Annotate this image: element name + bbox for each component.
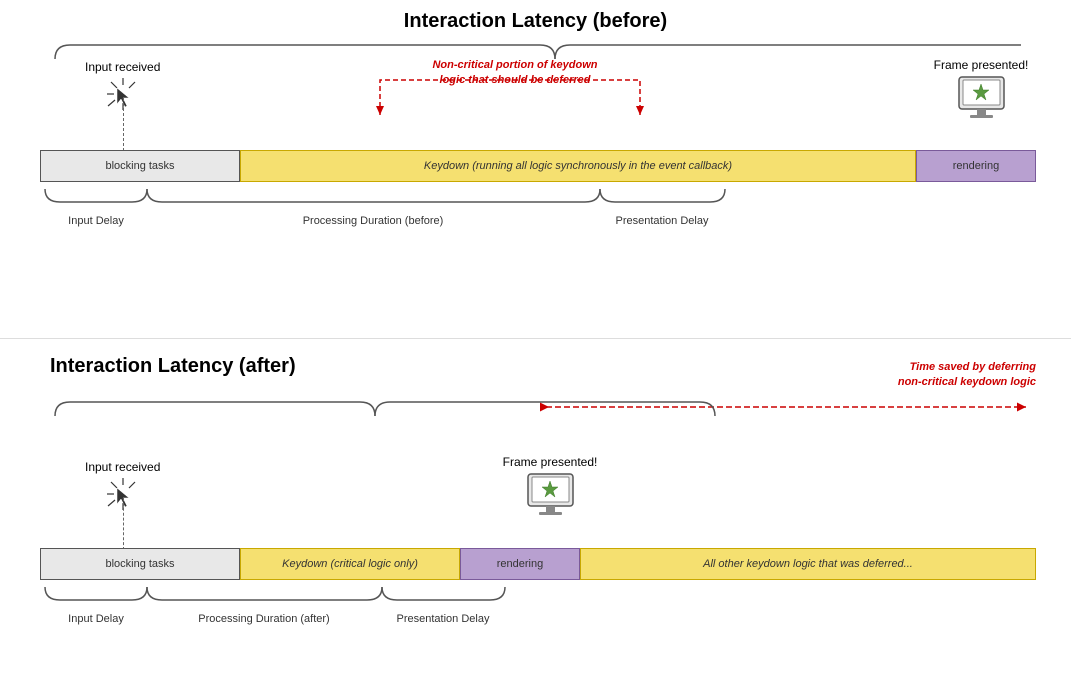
top-non-critical-text2: logic that should be deferred bbox=[440, 74, 591, 86]
bottom-bar-rendering: rendering bbox=[460, 548, 580, 580]
bottom-monitor-svg bbox=[523, 472, 578, 522]
top-bar-keydown: Keydown (running all logic synchronously… bbox=[240, 150, 916, 182]
top-frame-presented-text: Frame presented! bbox=[926, 58, 1036, 72]
bottom-v-dashed bbox=[123, 498, 124, 550]
bottom-time-saved-label: Time saved by deferring non-critical key… bbox=[898, 360, 1036, 390]
svg-text:Presentation Delay: Presentation Delay bbox=[616, 215, 709, 227]
bottom-section: Interaction Latency (after) Time saved b… bbox=[30, 355, 1041, 665]
bottom-under-brace-svg: Input Delay Processing Duration (after) … bbox=[40, 582, 1036, 632]
top-v-dashed bbox=[123, 98, 124, 156]
bottom-title: Interaction Latency (after) bbox=[50, 355, 1041, 378]
top-timeline-row: blocking tasks Keydown (running all logi… bbox=[40, 150, 1036, 184]
top-non-critical-label: Non-critical portion of keydown logic th… bbox=[410, 58, 620, 88]
bottom-bar-deferred: All other keydown logic that was deferre… bbox=[580, 548, 1036, 580]
svg-text:Input Delay: Input Delay bbox=[68, 613, 124, 625]
bottom-time-saved-text2: non-critical keydown logic bbox=[898, 376, 1036, 388]
top-bar-blocking: blocking tasks bbox=[40, 150, 240, 182]
section-divider bbox=[0, 338, 1071, 339]
top-under-brace-svg: Input Delay Processing Duration (before)… bbox=[40, 184, 1036, 234]
top-monitor-icon bbox=[926, 75, 1036, 128]
bottom-brace-container bbox=[50, 398, 1021, 420]
top-title: Interaction Latency (before) bbox=[30, 10, 1041, 33]
bottom-time-saved-text1: Time saved by deferring bbox=[910, 361, 1036, 373]
top-section: Interaction Latency (before) Input recei… bbox=[30, 10, 1041, 320]
top-input-received-text: Input received bbox=[85, 60, 160, 74]
bottom-frame-presented-label: Frame presented! bbox=[490, 455, 610, 525]
bottom-input-received-text: Input received bbox=[85, 460, 160, 474]
svg-text:Processing Duration (before): Processing Duration (before) bbox=[303, 215, 444, 227]
top-non-critical-text1: Non-critical portion of keydown bbox=[432, 59, 597, 71]
top-monitor-svg bbox=[954, 75, 1009, 125]
bottom-bar-keydown: Keydown (critical logic only) bbox=[240, 548, 460, 580]
svg-text:Processing Duration (after): Processing Duration (after) bbox=[198, 613, 329, 625]
bottom-bar-blocking: blocking tasks bbox=[40, 548, 240, 580]
top-frame-presented-label: Frame presented! bbox=[926, 58, 1036, 128]
diagram-container: Interaction Latency (before) Input recei… bbox=[0, 0, 1071, 690]
top-bar-rendering: rendering bbox=[916, 150, 1036, 182]
bottom-brace-svg bbox=[50, 398, 1021, 420]
svg-text:Input Delay: Input Delay bbox=[68, 215, 124, 227]
bottom-timeline-row: blocking tasks Keydown (critical logic o… bbox=[40, 548, 1036, 582]
bottom-frame-presented-text: Frame presented! bbox=[490, 455, 610, 469]
svg-text:Presentation Delay: Presentation Delay bbox=[397, 613, 490, 625]
bottom-monitor-icon bbox=[490, 472, 610, 525]
